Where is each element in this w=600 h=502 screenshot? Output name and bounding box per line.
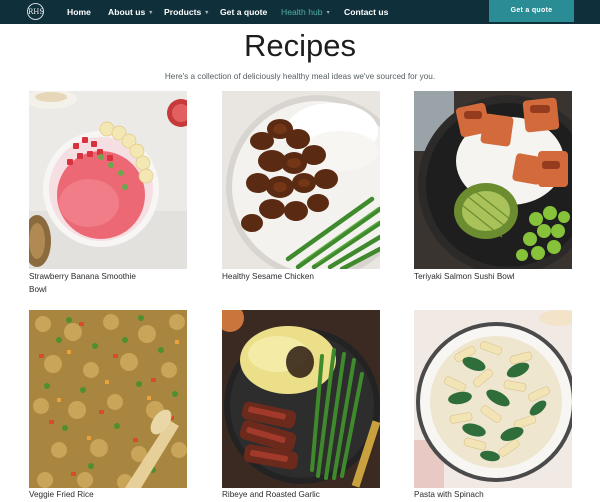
chevron-down-icon: ▾	[326, 10, 330, 16]
recipe-title[interactable]: Healthy Sesame Chicken	[222, 270, 380, 284]
page-subtitle: Here's a collection of deliciously healt…	[164, 72, 436, 81]
chevron-down-icon: ▾	[149, 10, 153, 16]
nav-products-label: Products	[164, 7, 202, 17]
recipe-title[interactable]: Strawberry Banana Smoothie	[29, 270, 187, 284]
ribeye-image	[222, 310, 380, 488]
smoothie-bowl-image	[29, 91, 187, 269]
recipe-photo[interactable]	[29, 91, 187, 269]
nav-home-label: Home	[67, 7, 91, 17]
nav-get-a-quote[interactable]: Get a quote	[220, 0, 267, 24]
recipe-title-line2[interactable]: Bowl	[29, 283, 187, 297]
top-navbar: RHS Home About us ▾ Products ▾ Get a quote…	[0, 0, 600, 24]
pasta-spinach-image	[414, 310, 572, 488]
recipe-photo[interactable]	[222, 91, 380, 269]
veggie-fried-rice-image	[29, 310, 187, 488]
nav-about-us-label: About us	[108, 7, 146, 17]
nav-health-hub-label: Health hub	[281, 7, 323, 17]
get-a-quote-button[interactable]: Get a quote	[489, 0, 574, 22]
recipe-photo[interactable]	[29, 310, 187, 488]
recipe-photo[interactable]	[414, 91, 572, 269]
nav-health-hub[interactable]: Health hub ▾	[281, 0, 330, 24]
nav-about-us[interactable]: About us ▾	[108, 0, 152, 24]
recipe-photo[interactable]	[414, 310, 572, 488]
recipe-title[interactable]: Veggie Fried Rice	[29, 488, 187, 502]
recipe-title[interactable]: Pasta with Spinach	[414, 488, 572, 502]
nav-products[interactable]: Products ▾	[164, 0, 208, 24]
brand-logo[interactable]: RHS	[27, 3, 44, 20]
page-title: Recipes	[244, 28, 356, 63]
sesame-chicken-image	[222, 91, 380, 269]
recipe-title[interactable]: Ribeye and Roasted Garlic	[222, 488, 380, 502]
nav-get-a-quote-label: Get a quote	[220, 7, 268, 17]
recipe-title[interactable]: Teriyaki Salmon Sushi Bowl	[414, 270, 572, 284]
teriyaki-salmon-bowl-image	[414, 91, 572, 269]
nav-home[interactable]: Home	[67, 0, 91, 24]
chevron-down-icon: ▾	[205, 10, 209, 16]
recipe-photo[interactable]	[222, 310, 380, 488]
nav-contact-us-label: Contact us	[344, 7, 389, 17]
nav-contact-us[interactable]: Contact us	[344, 0, 388, 24]
